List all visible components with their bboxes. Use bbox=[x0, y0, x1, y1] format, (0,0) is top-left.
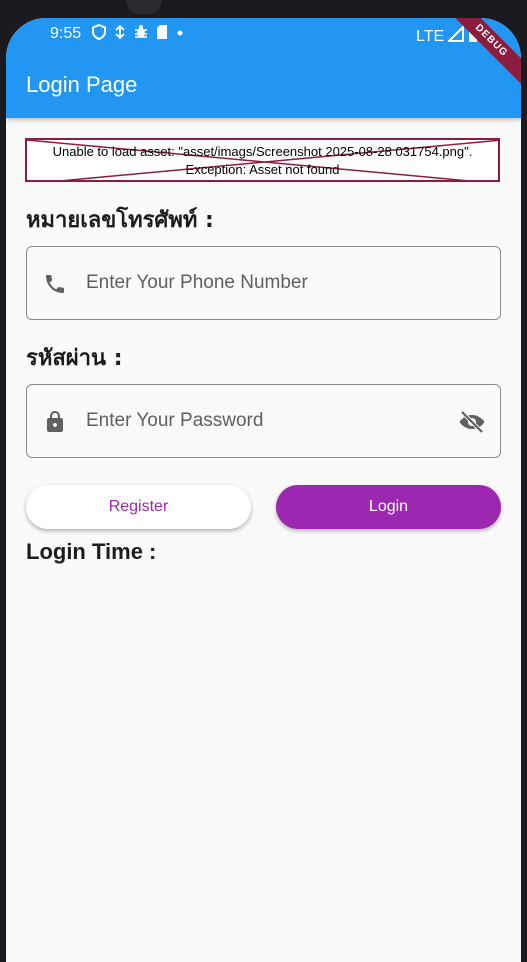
login-button[interactable]: Login bbox=[276, 485, 501, 529]
network-type: LTE bbox=[416, 27, 445, 45]
page-title: Login Page bbox=[26, 72, 138, 97]
asset-error-box: Unable to load asset: "asset/imags/Scree… bbox=[25, 138, 500, 182]
error-message-line1: Unable to load asset: "asset/imags/Scree… bbox=[52, 144, 473, 159]
lock-icon bbox=[43, 410, 67, 439]
status-bar: 9:55 LTE bbox=[6, 18, 521, 54]
vpn-shield-icon bbox=[92, 24, 106, 40]
login-time-label: Login Time : bbox=[26, 539, 157, 564]
register-button[interactable]: Register bbox=[26, 485, 251, 529]
signal-icon bbox=[446, 24, 465, 47]
phone-icon bbox=[43, 272, 67, 301]
phone-field[interactable] bbox=[26, 246, 501, 320]
bug-icon bbox=[134, 24, 148, 40]
status-time: 9:55 bbox=[50, 25, 82, 42]
phone-input[interactable] bbox=[86, 267, 446, 299]
password-label: รหัสผ่าน : bbox=[26, 346, 123, 371]
error-message-line2: Exception: Asset not found bbox=[185, 162, 340, 177]
phone-screen: 9:55 LTE Login Page DEBUG Unable to load… bbox=[6, 18, 521, 962]
notification-dot-icon bbox=[176, 24, 184, 40]
visibility-off-icon[interactable] bbox=[458, 410, 486, 438]
app-bar: 9:55 LTE Login Page DEBUG bbox=[6, 18, 521, 118]
data-saver-icon bbox=[114, 24, 126, 40]
password-input[interactable] bbox=[86, 405, 446, 437]
sd-card-icon bbox=[156, 24, 168, 40]
camera-notch bbox=[126, 0, 162, 14]
password-field[interactable] bbox=[26, 384, 501, 458]
phone-label: หมายเลขโทรศัพท์ : bbox=[26, 208, 214, 233]
